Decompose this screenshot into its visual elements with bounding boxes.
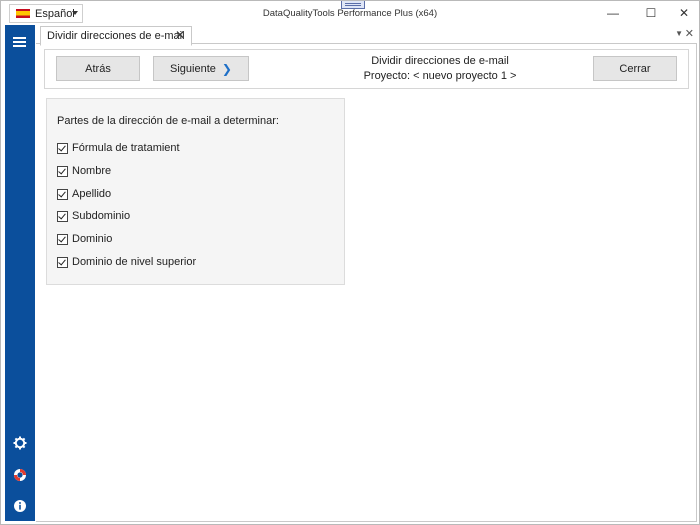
checkbox-subdomain[interactable]: Subdominio: [57, 210, 130, 222]
chevron-right-icon: ❯: [221, 61, 232, 76]
checkbox-last-name[interactable]: Apellido: [57, 188, 111, 200]
checkbox-label: Dominio de nivel superior: [72, 256, 197, 268]
checkbox-label: Apellido: [72, 188, 112, 200]
content-border-bottom: [36, 521, 697, 522]
wizard-header: Atrás Siguiente ❯ Dividir direcciones de…: [44, 49, 689, 89]
lifebuoy-icon[interactable]: [13, 468, 27, 482]
checkbox-label: Nombre: [72, 165, 112, 177]
content-border-right: [696, 43, 697, 521]
tab-dropdown-icon[interactable]: ▼: [675, 29, 683, 38]
email-parts-heading: Partes de la dirección de e-mail a deter…: [57, 115, 279, 127]
close-button-label: Cerrar: [619, 62, 651, 75]
project-label: Proyecto: < nuevo proyecto 1 >: [363, 70, 517, 82]
close-button[interactable]: Cerrar: [593, 56, 677, 81]
checkbox-label: Subdominio: [72, 210, 131, 222]
checkbox-checked-icon[interactable]: [57, 256, 68, 268]
left-sidebar: [5, 25, 35, 521]
tab-strip: Dividir direcciones de e-mail ✕ ▼ ✕: [36, 25, 697, 46]
email-parts-panel: Partes de la dirección de e-mail a deter…: [46, 98, 345, 285]
checkbox-top-level-domain[interactable]: Dominio de nivel superior: [57, 256, 196, 268]
tab-split-email[interactable]: Dividir direcciones de e-mail ✕: [40, 26, 192, 46]
hamburger-icon[interactable]: [13, 37, 26, 47]
close-tab-icon[interactable]: ✕: [175, 28, 185, 42]
checkbox-checked-icon[interactable]: [57, 188, 68, 200]
minimize-button[interactable]: —: [598, 4, 628, 22]
title-bar: Español DataQualityTools Performance Plu…: [1, 1, 699, 25]
gear-icon[interactable]: [13, 436, 27, 450]
checkbox-checked-icon[interactable]: [57, 210, 68, 222]
checkbox-first-name[interactable]: Nombre: [57, 165, 111, 177]
checkbox-checked-icon[interactable]: [57, 165, 68, 177]
checkbox-domain[interactable]: Dominio: [57, 233, 112, 245]
wizard-title: Dividir direcciones de e-mail: [371, 55, 509, 67]
checkbox-label: Dominio: [72, 233, 113, 245]
info-icon[interactable]: [13, 499, 27, 513]
tab-label: Dividir direcciones de e-mail: [47, 30, 185, 42]
window-title: DataQualityTools Performance Plus (x64): [262, 8, 438, 19]
next-button-label: Siguiente: [170, 62, 216, 75]
checkbox-label: Fórmula de tratamient: [72, 142, 180, 154]
close-window-button[interactable]: ✕: [669, 4, 699, 22]
back-button-label: Atrás: [85, 62, 111, 75]
back-button[interactable]: Atrás: [56, 56, 140, 81]
checkbox-salutation[interactable]: Fórmula de tratamient: [57, 142, 180, 154]
maximize-button[interactable]: ☐: [636, 4, 666, 22]
close-document-icon[interactable]: ✕: [685, 27, 694, 40]
next-button[interactable]: Siguiente ❯: [153, 56, 249, 81]
checkbox-checked-icon[interactable]: [57, 142, 68, 154]
checkbox-checked-icon[interactable]: [57, 233, 68, 245]
